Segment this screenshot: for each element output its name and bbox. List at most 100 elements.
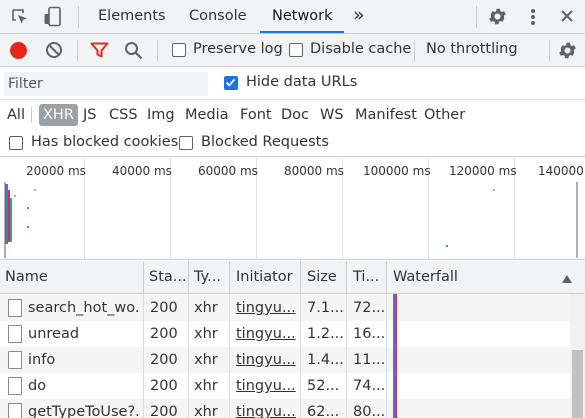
- filter-funnel-icon[interactable]: [90, 42, 109, 59]
- column-header-name[interactable]: Name: [5, 261, 143, 294]
- request-time: 72...: [353, 300, 386, 316]
- table-row[interactable]: search_hot_wo... 200 xhr tingyu... 7.1..…: [0, 295, 570, 321]
- more-options-icon[interactable]: [527, 7, 539, 27]
- request-name: getTypeToUse?...: [28, 404, 140, 418]
- request-size: 1.4...: [307, 352, 344, 368]
- blocked-requests-checkbox[interactable]: [179, 136, 193, 150]
- overview-tick: 120000 ms: [449, 164, 517, 178]
- column-header-time[interactable]: Ti...: [353, 261, 385, 294]
- has-blocked-cookies-checkbox[interactable]: [9, 136, 23, 150]
- request-name: do: [28, 378, 47, 394]
- request-size: 7.1...: [307, 300, 344, 316]
- clear-icon[interactable]: [45, 41, 63, 59]
- table-row[interactable]: getTypeToUse?... 200 xhr tingyu... 62...…: [0, 399, 570, 418]
- sort-ascending-icon[interactable]: [561, 272, 573, 283]
- overview-event-dot: [14, 195, 16, 197]
- close-icon[interactable]: [560, 9, 574, 23]
- type-filter-js[interactable]: JS: [83, 104, 96, 126]
- column-header-size[interactable]: Size: [307, 261, 345, 294]
- request-name: info: [28, 352, 56, 368]
- table-row[interactable]: info 200 xhr tingyu... 1.4... 11...: [0, 347, 570, 373]
- inspect-element-icon[interactable]: [10, 7, 30, 27]
- disable-cache-label: Disable cache: [310, 41, 412, 57]
- device-toolbar-icon[interactable]: [43, 6, 63, 28]
- type-filter-media[interactable]: Media: [185, 104, 229, 126]
- requests-table-body: search_hot_wo... 200 xhr tingyu... 7.1..…: [0, 294, 570, 418]
- request-initiator-link[interactable]: tingyu...: [236, 399, 296, 418]
- network-overview[interactable]: 20000 ms 40000 ms 60000 ms 80000 ms 1000…: [0, 158, 585, 260]
- overview-tick: 140000: [538, 164, 584, 178]
- column-header-initiator[interactable]: Initiator: [236, 261, 300, 294]
- request-status: 200: [150, 352, 178, 368]
- preserve-log-checkbox[interactable]: [172, 43, 186, 57]
- record-button[interactable]: [10, 42, 27, 59]
- request-type: xhr: [194, 378, 218, 394]
- type-filter-doc[interactable]: Doc: [281, 104, 309, 126]
- request-time: 11...: [353, 352, 386, 368]
- type-filter-manifest[interactable]: Manifest: [355, 104, 417, 126]
- filter-input[interactable]: [4, 72, 208, 96]
- overview-activity-bar: [10, 198, 12, 242]
- tab-console[interactable]: Console: [189, 0, 247, 33]
- type-filter-css[interactable]: CSS: [109, 104, 138, 126]
- request-status: 200: [150, 326, 178, 342]
- request-type: xhr: [194, 352, 218, 368]
- hide-data-urls-checkbox[interactable]: [224, 76, 238, 90]
- more-tabs-button[interactable]: »: [353, 0, 365, 32]
- table-scrollbar[interactable]: [570, 294, 585, 418]
- file-icon: [8, 299, 22, 317]
- waterfall-bar: [396, 294, 397, 418]
- column-header-status[interactable]: Sta...: [149, 261, 187, 294]
- request-status: 200: [150, 300, 178, 316]
- overview-event-dot: [446, 245, 448, 247]
- file-icon: [8, 351, 22, 369]
- request-time: 16...: [353, 326, 386, 342]
- overview-tick: 20000 ms: [26, 164, 86, 178]
- request-initiator-link[interactable]: tingyu...: [236, 295, 296, 321]
- file-icon: [8, 403, 22, 418]
- throttling-select[interactable]: No throttling: [426, 41, 518, 57]
- overview-event-dot: [493, 189, 495, 191]
- overview-event-dot: [27, 226, 29, 228]
- overview-tick: 60000 ms: [198, 164, 258, 178]
- file-icon: [8, 325, 22, 343]
- tab-network[interactable]: Network: [272, 0, 333, 33]
- table-row[interactable]: do 200 xhr tingyu... 52... 74...: [0, 373, 570, 399]
- hide-data-urls-label: Hide data URLs: [246, 74, 358, 90]
- type-filter-font[interactable]: Font: [240, 104, 272, 126]
- request-status: 200: [150, 378, 178, 394]
- type-filter-img[interactable]: Img: [147, 104, 175, 126]
- gear-icon[interactable]: [487, 6, 508, 27]
- type-filter-ws[interactable]: WS: [320, 104, 344, 126]
- request-type: xhr: [194, 404, 218, 418]
- overview-tick: 40000 ms: [112, 164, 172, 178]
- blocked-requests-label: Blocked Requests: [201, 134, 329, 150]
- type-filter-all[interactable]: All: [7, 104, 25, 126]
- table-row[interactable]: unread 200 xhr tingyu... 1.2... 16...: [0, 321, 570, 347]
- overview-tick: 100000 ms: [363, 164, 431, 178]
- column-header-waterfall[interactable]: Waterfall: [393, 261, 513, 294]
- overview-window-right-handle[interactable]: [576, 182, 578, 258]
- tab-elements[interactable]: Elements: [98, 0, 166, 33]
- overview-event-dot: [34, 189, 36, 191]
- scrollbar-thumb[interactable]: [572, 350, 583, 418]
- type-filter-xhr[interactable]: XHR: [39, 104, 78, 126]
- has-blocked-cookies-label: Has blocked cookies: [31, 134, 179, 150]
- network-toolbar: Preserve log Disable cache No throttling: [0, 34, 585, 67]
- network-settings-gear-icon[interactable]: [557, 40, 578, 61]
- request-size: 62...: [307, 404, 340, 418]
- overview-event-dot: [27, 207, 29, 209]
- request-size: 1.2...: [307, 326, 344, 342]
- request-time: 74...: [353, 378, 386, 394]
- disable-cache-checkbox[interactable]: [289, 43, 303, 57]
- type-filter-other[interactable]: Other: [424, 104, 465, 126]
- request-name: search_hot_wo...: [28, 300, 140, 316]
- overview-tick: 80000 ms: [284, 164, 344, 178]
- file-icon: [8, 377, 22, 395]
- request-name: unread: [28, 326, 80, 342]
- request-initiator-link[interactable]: tingyu...: [236, 347, 296, 373]
- search-icon[interactable]: [124, 41, 143, 60]
- column-header-type[interactable]: Ty...: [194, 261, 226, 294]
- request-initiator-link[interactable]: tingyu...: [236, 321, 296, 347]
- request-initiator-link[interactable]: tingyu...: [236, 373, 296, 399]
